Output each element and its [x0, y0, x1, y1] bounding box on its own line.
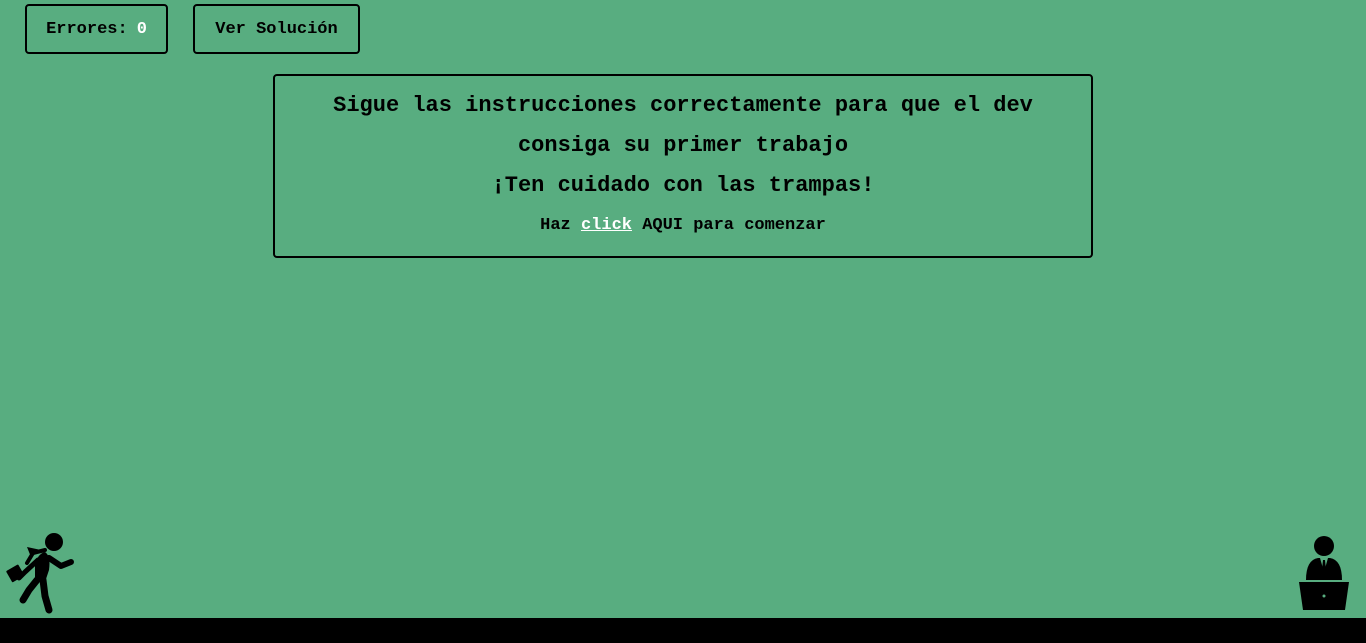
start-prefix: Haz: [540, 216, 571, 235]
view-solution-label: Ver Solución: [215, 19, 338, 39]
errors-label: Errores:: [46, 19, 128, 39]
errors-count: 0: [136, 19, 147, 39]
errors-counter: Errores: 0: [25, 4, 168, 54]
start-suffix: AQUI para comenzar: [642, 216, 826, 235]
start-click-link[interactable]: click: [581, 216, 632, 235]
recruiter-at-laptop-icon: [1299, 536, 1349, 610]
running-developer-icon: [6, 533, 74, 614]
start-line: Haz click AQUI para comenzar: [275, 206, 1091, 246]
warning-text: ¡Ten cuidado con las trampas!: [491, 173, 875, 198]
instruction-text: Sigue las instrucciones correctamente pa…: [333, 93, 1033, 158]
instructions-panel: Sigue las instrucciones correctamente pa…: [273, 74, 1093, 258]
game-stage: Errores: 0 Ver Solución Sigue las instru…: [0, 0, 1366, 643]
view-solution-button[interactable]: Ver Solución: [193, 4, 360, 54]
ground: [0, 618, 1366, 643]
